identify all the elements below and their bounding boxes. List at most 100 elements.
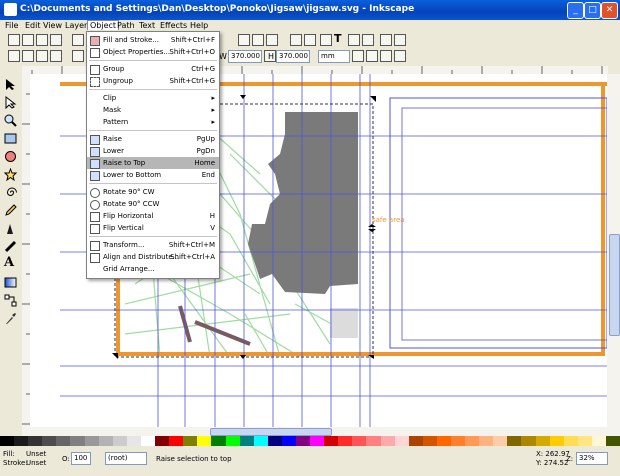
- opacity-input[interactable]: 100: [71, 452, 91, 465]
- selector-tool-icon[interactable]: [4, 78, 17, 91]
- flip-vertical-menu-icon: [90, 224, 100, 234]
- menu-item-raise[interactable]: Raise PgUp: [87, 133, 219, 145]
- menu-item-object-properties[interactable]: Object Properties... Shift+Ctrl+O: [87, 46, 219, 58]
- text-tool-icon[interactable]: A: [4, 256, 17, 269]
- minimize-button[interactable]: _: [567, 2, 584, 19]
- vertical-scroll-thumb[interactable]: [609, 234, 620, 336]
- menu-item-pattern[interactable]: Pattern ▸: [87, 116, 219, 128]
- menu-item-transform[interactable]: Transform... Shift+Ctrl+M: [87, 239, 219, 251]
- group-icon[interactable]: [290, 34, 302, 46]
- menu-item-group[interactable]: Group Ctrl+G: [87, 63, 219, 75]
- color-palette[interactable]: [0, 436, 620, 448]
- pen-tool-icon[interactable]: [4, 222, 17, 235]
- select-all-icon[interactable]: [8, 50, 20, 62]
- menu-object[interactable]: Object: [87, 20, 120, 30]
- ellipse-tool-icon[interactable]: [4, 150, 17, 163]
- align-icon[interactable]: [362, 34, 374, 46]
- menu-item-raise-to-top[interactable]: Raise to Top Home: [87, 157, 219, 169]
- text-font-icon[interactable]: T: [334, 33, 344, 44]
- menu-item-clip[interactable]: Clip ▸: [87, 92, 219, 104]
- map-light-block: [330, 308, 358, 338]
- fill-stroke-icon[interactable]: [320, 34, 332, 46]
- fill-value[interactable]: Unset: [26, 450, 46, 458]
- calligraphy-tool-icon[interactable]: [4, 240, 17, 253]
- move-patterns-icon[interactable]: [394, 50, 406, 62]
- lower-to-bottom-menu-icon: [90, 171, 100, 181]
- menu-item-lower[interactable]: Lower PgDn: [87, 145, 219, 157]
- open-icon[interactable]: [22, 34, 34, 46]
- fill-label: Fill:: [3, 450, 15, 458]
- menu-item-flip-vertical[interactable]: Flip Vertical V: [87, 222, 219, 234]
- menu-item-mask[interactable]: Mask ▸: [87, 104, 219, 116]
- menu-text[interactable]: Text: [139, 21, 155, 30]
- menu-separator: [89, 89, 217, 90]
- status-bar: Fill: Unset Stroke: Unset O: 100 (root) …: [0, 448, 620, 476]
- menu-effects[interactable]: Effects: [160, 21, 187, 30]
- zoom-label: Z:: [566, 455, 574, 463]
- menu-file[interactable]: File: [5, 21, 18, 30]
- height-label: H: [268, 52, 275, 61]
- horizontal-scrollbar[interactable]: [30, 427, 607, 436]
- move-gradients-icon[interactable]: [380, 50, 392, 62]
- menu-item-rotate-cw[interactable]: Rotate 90° CW: [87, 186, 219, 198]
- menu-item-align-distribute[interactable]: Align and Distribute... Shift+Ctrl+A: [87, 251, 219, 263]
- node-tool-icon[interactable]: [4, 96, 17, 109]
- dropper-tool-icon[interactable]: [4, 312, 17, 325]
- gradient-tool-icon[interactable]: [4, 276, 17, 289]
- layer-select[interactable]: (root): [105, 452, 147, 465]
- stroke-value[interactable]: Unset: [26, 459, 46, 467]
- maximize-button[interactable]: □: [584, 2, 601, 19]
- menu-edit[interactable]: Edit: [25, 21, 41, 30]
- menu-path[interactable]: Path: [117, 21, 135, 30]
- width-label: W: [219, 52, 227, 61]
- connector-tool-icon[interactable]: [4, 294, 17, 307]
- preferences-icon[interactable]: [380, 34, 392, 46]
- pencil-tool-icon[interactable]: [4, 204, 17, 217]
- duplicate-icon[interactable]: [238, 34, 250, 46]
- menu-separator: [89, 236, 217, 237]
- menu-item-flip-horizontal[interactable]: Flip Horizontal H: [87, 210, 219, 222]
- document-properties-icon[interactable]: [394, 34, 406, 46]
- unit-select[interactable]: mm: [318, 50, 350, 63]
- menu-item-rotate-ccw[interactable]: Rotate 90° CCW: [87, 198, 219, 210]
- height-input[interactable]: 370.000: [276, 50, 310, 63]
- zoom-input[interactable]: 32%: [576, 452, 608, 465]
- new-document-icon[interactable]: [8, 34, 20, 46]
- clone-icon[interactable]: [252, 34, 264, 46]
- import-icon[interactable]: [72, 34, 84, 46]
- save-icon[interactable]: [36, 34, 48, 46]
- unlink-clone-icon[interactable]: [266, 34, 278, 46]
- close-button[interactable]: ✕: [601, 2, 618, 19]
- align-distribute-menu-icon: [90, 253, 100, 263]
- menu-view[interactable]: View: [43, 21, 62, 30]
- fill-stroke-menu-icon: [90, 36, 100, 46]
- xml-editor-icon[interactable]: [348, 34, 360, 46]
- select-all-layers-icon[interactable]: [22, 50, 34, 62]
- ungroup-icon[interactable]: [304, 34, 316, 46]
- print-icon[interactable]: [50, 34, 62, 46]
- rectangle-tool-icon[interactable]: [4, 132, 17, 145]
- menu-item-ungroup[interactable]: Ungroup Shift+Ctrl+G: [87, 75, 219, 87]
- menu-help[interactable]: Help: [190, 21, 208, 30]
- rotate-ccw-icon[interactable]: [50, 50, 62, 62]
- menu-layer[interactable]: Layer: [65, 21, 87, 30]
- zoom-tool-icon[interactable]: [4, 114, 17, 127]
- deselect-icon[interactable]: [36, 50, 48, 62]
- star-tool-icon[interactable]: [4, 168, 17, 181]
- spiral-tool-icon[interactable]: [4, 186, 17, 199]
- vertical-scrollbar[interactable]: [607, 74, 620, 436]
- width-input[interactable]: 370.000: [228, 50, 262, 63]
- toolbox: A: [0, 74, 22, 436]
- lower-to-bottom-icon[interactable]: [72, 50, 84, 62]
- menu-separator: [89, 183, 217, 184]
- menu-item-grid-arrange[interactable]: Grid Arrange...: [87, 263, 219, 275]
- transform-menu-icon: [90, 241, 100, 251]
- object-properties-menu-icon: [90, 48, 100, 58]
- menu-separator: [89, 60, 217, 61]
- guide-box-outer: [389, 97, 607, 349]
- menu-item-fill-stroke[interactable]: Fill and Stroke... Shift+Ctrl+F: [87, 34, 219, 46]
- scale-corners-icon[interactable]: [366, 50, 378, 62]
- menu-item-lower-to-bottom[interactable]: Lower to Bottom End: [87, 169, 219, 181]
- horizontal-scroll-thumb[interactable]: [210, 428, 332, 436]
- scale-stroke-icon[interactable]: [352, 50, 364, 62]
